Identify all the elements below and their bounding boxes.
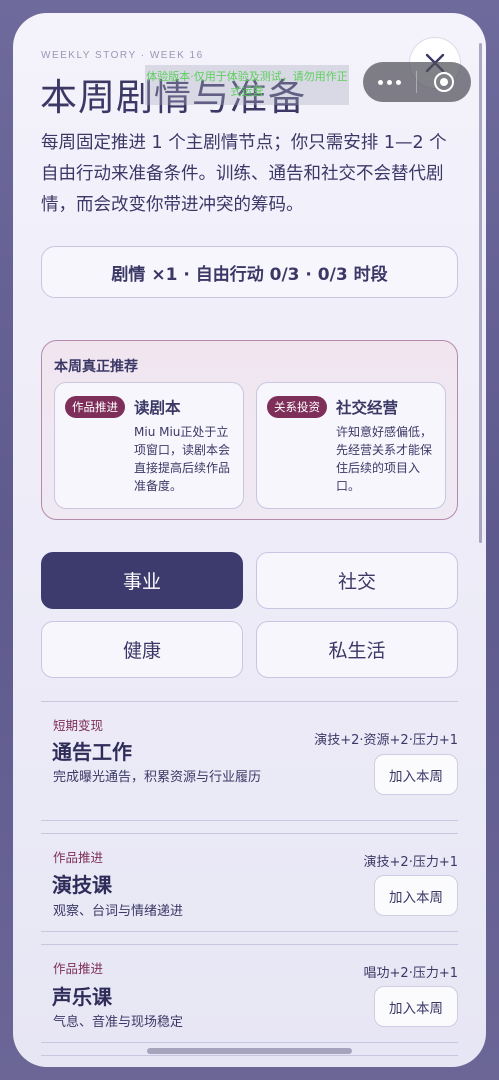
- recommend-card-social[interactable]: 关系投资 社交经营 许知意好感偏低，先经营关系才能保住后续的项目入口。: [256, 382, 446, 509]
- tab-health[interactable]: 健康: [41, 621, 243, 678]
- home-indicator[interactable]: [147, 1048, 352, 1054]
- divider: [41, 944, 458, 945]
- tab-private-life[interactable]: 私生活: [256, 621, 458, 678]
- activity-effect: 演技+2·压力+1: [363, 855, 458, 870]
- activity-name: 通告工作: [52, 740, 132, 764]
- recommend-desc: 许知意好感偏低，先经营关系才能保住后续的项目入口。: [336, 425, 433, 493]
- recommend-panel: 本周真正推荐 作品推进 读剧本 Miu Miu正处于立项窗口，读剧本会直接提高后…: [41, 340, 458, 520]
- weekly-story-sheet: WEEKLY STORY · WEEK 16 本周剧情与准备 体验版本·仅用于体…: [13, 13, 486, 1067]
- divider: [41, 833, 458, 834]
- recommend-tag: 作品推进: [65, 396, 125, 418]
- activity-desc: 观察、台词与情绪递进: [53, 904, 184, 919]
- activity-effect: 唱功+2·压力+1: [363, 966, 458, 981]
- activity-category: 作品推进: [53, 850, 104, 865]
- tab-social[interactable]: 社交: [256, 552, 458, 609]
- divider: [41, 1042, 458, 1043]
- recommend-title: 本周真正推荐: [54, 359, 138, 375]
- add-to-week-button[interactable]: 加入本周: [374, 875, 458, 916]
- add-to-week-button[interactable]: 加入本周: [374, 986, 458, 1027]
- trial-version-watermark: 体验版本·仅用于体验及测试，请勿用作正式运营: [145, 65, 349, 105]
- recommend-name: 读剧本: [134, 399, 181, 417]
- activity-item: 作品推进 演技课 观察、台词与情绪递进 演技+2·压力+1 加入本周: [41, 847, 458, 937]
- divider: [41, 820, 458, 821]
- activity-item: 作品推进 声乐课 气息、音准与现场稳定 唱功+2·压力+1 加入本周: [41, 958, 458, 1048]
- recommend-tag: 关系投资: [267, 396, 327, 418]
- activity-desc: 气息、音准与现场稳定: [53, 1015, 184, 1030]
- activity-desc: 完成曝光通告，积累资源与行业履历: [53, 770, 262, 785]
- recommend-name: 社交经营: [336, 399, 399, 417]
- page-kicker: WEEKLY STORY · WEEK 16: [41, 50, 204, 61]
- intro-text: 每周固定推进 1 个主剧情节点；你只需安排 1—2 个自由行动来准备条件。训练、…: [41, 133, 447, 215]
- add-to-week-button[interactable]: 加入本周: [374, 754, 458, 795]
- activity-effect: 演技+2·资源+2·压力+1: [314, 733, 458, 748]
- activity-category: 作品推进: [53, 961, 104, 976]
- mini-program-capsule: [363, 62, 471, 102]
- activity-category: 短期变现: [53, 718, 104, 733]
- recommend-desc: Miu Miu正处于立项窗口，读剧本会直接提高后续作品准备度。: [134, 425, 231, 493]
- week-summary: 剧情 ×1 · 自由行动 0/3 · 0/3 时段: [41, 246, 458, 298]
- record-target-icon[interactable]: [417, 62, 470, 102]
- divider: [41, 701, 458, 702]
- scrollbar[interactable]: [479, 43, 482, 543]
- activity-name: 声乐课: [52, 985, 112, 1009]
- tab-career[interactable]: 事业: [41, 552, 243, 609]
- recommend-card-script[interactable]: 作品推进 读剧本 Miu Miu正处于立项窗口，读剧本会直接提高后续作品准备度。: [54, 382, 244, 509]
- activity-item: 短期变现 通告工作 完成曝光通告，积累资源与行业履历 演技+2·资源+2·压力+…: [41, 715, 458, 825]
- more-dots-icon[interactable]: [363, 62, 416, 102]
- divider: [41, 931, 458, 932]
- activity-name: 演技课: [52, 873, 112, 897]
- divider: [41, 1055, 458, 1056]
